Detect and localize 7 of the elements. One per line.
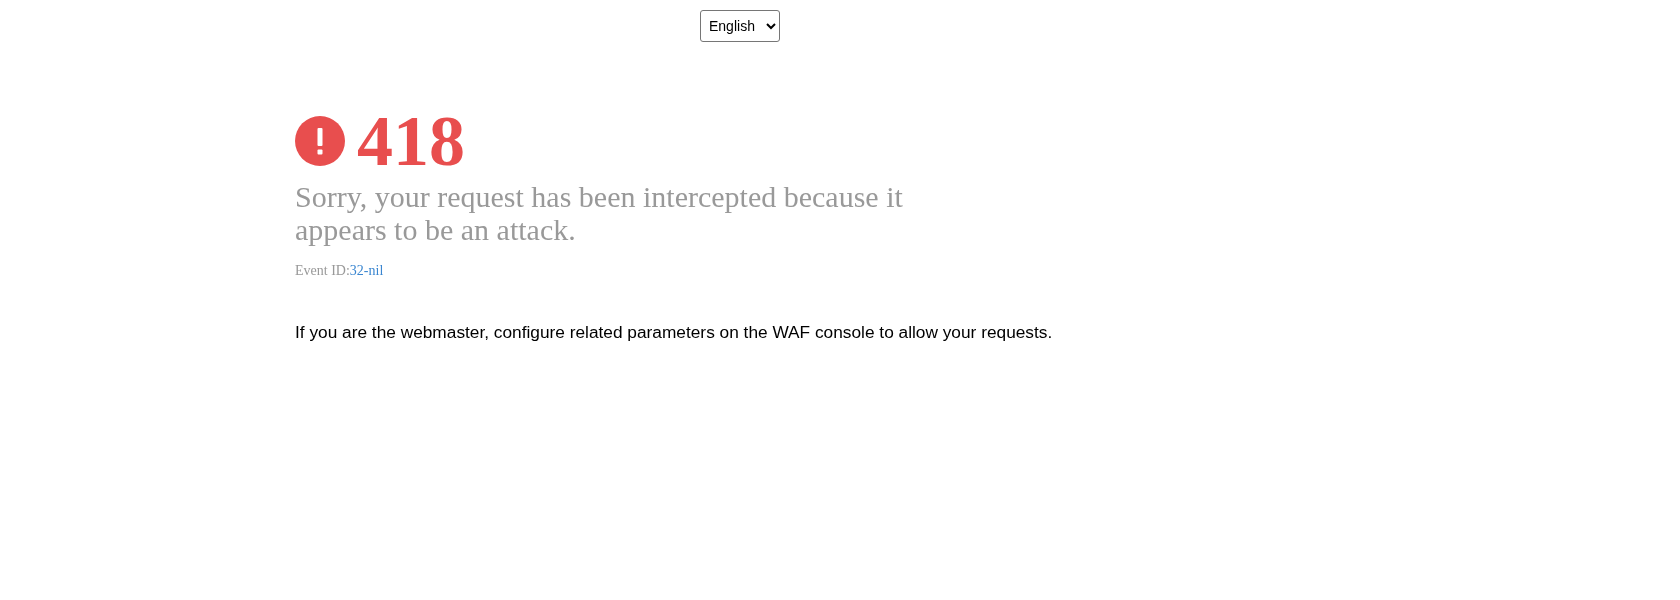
language-select[interactable]: English bbox=[700, 10, 780, 42]
alert-icon bbox=[295, 116, 345, 166]
event-id: 32-nil bbox=[349, 262, 384, 280]
error-message: Sorry, your request has been intercepted because it appears to be an attack. bbox=[295, 180, 904, 246]
webmaster-note: If you are the webmaster, configure related parameters on the WAF console to allow your requests. bbox=[295, 321, 1053, 343]
error-code: 418 bbox=[357, 115, 465, 167]
event-id-label: Event ID: bbox=[295, 262, 350, 280]
